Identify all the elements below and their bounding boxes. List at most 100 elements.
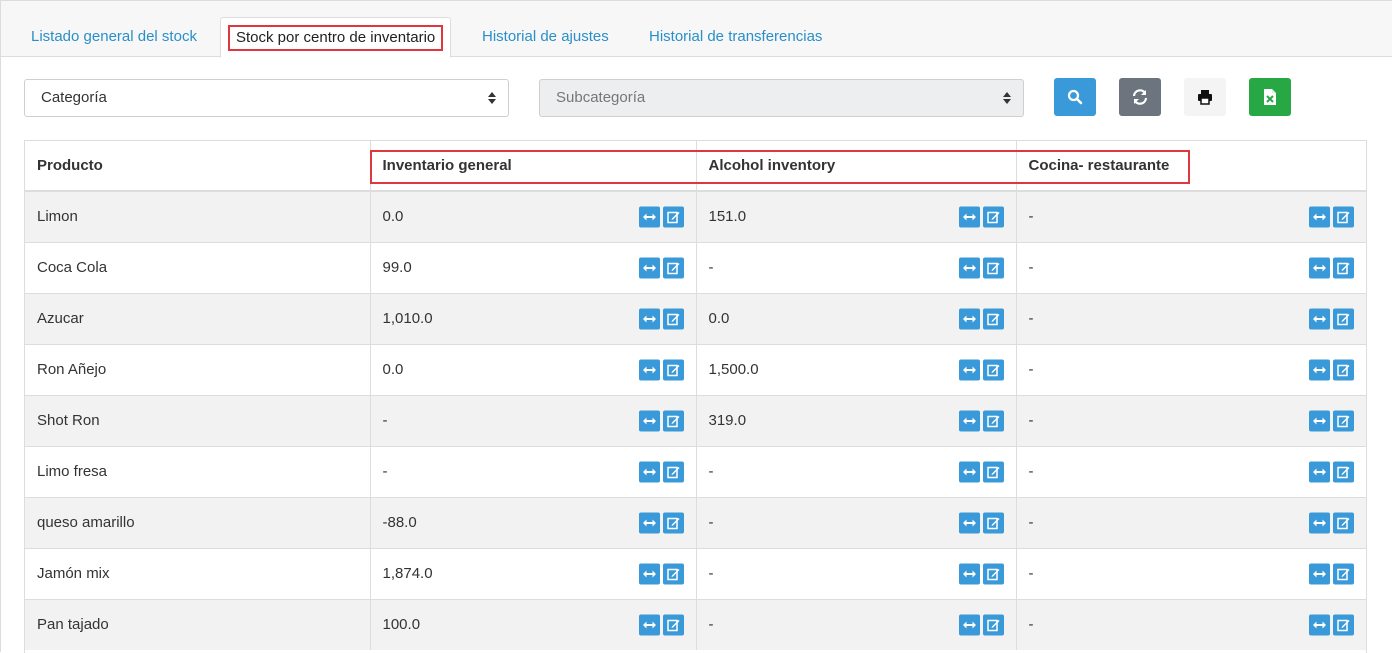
edit-button[interactable] [982,614,1004,636]
transfer-button[interactable] [1309,410,1330,431]
stock-cell: - [1016,445,1366,497]
edit-button[interactable] [1333,308,1354,329]
transfer-icon [1313,213,1326,221]
edit-button[interactable] [662,614,684,636]
product-name: Pan tajado [37,616,109,634]
transfer-icon [962,519,976,526]
table-row: Pan tajado 100.0 - - [25,598,1366,650]
cell-actions [958,359,1004,380]
refresh-button[interactable] [1119,78,1161,116]
transfer-button[interactable] [1309,461,1330,482]
edit-button[interactable] [662,308,684,329]
transfer-button[interactable] [638,257,660,278]
edit-button[interactable] [662,563,684,584]
tab-label: Historial de ajustes [482,28,609,45]
search-button[interactable] [1054,78,1096,116]
transfer-button[interactable] [638,614,660,636]
column-header-producto: Producto [25,141,371,192]
transfer-button[interactable] [638,359,660,380]
stock-value: - [708,565,714,582]
edit-button[interactable] [662,410,684,431]
edit-button[interactable] [1333,410,1354,431]
excel-icon [1264,89,1276,105]
edit-button[interactable] [1333,257,1354,278]
transfer-button[interactable] [958,512,980,533]
transfer-button[interactable] [638,206,660,228]
cell-actions [638,461,684,482]
stock-cell: - [696,496,1017,548]
edit-button[interactable] [1333,461,1354,482]
tab-historial-transferencias[interactable]: Historial de transferencias [637,17,834,57]
transfer-button[interactable] [958,308,980,329]
edit-button[interactable] [662,461,684,482]
edit-button[interactable] [662,206,684,228]
stock-value: 319.0 [708,412,747,429]
subcategory-select: Subcategoría [539,79,1024,117]
edit-icon [1337,568,1350,580]
edit-icon [986,262,999,274]
edit-icon [666,211,679,223]
transfer-button[interactable] [1309,359,1330,380]
stock-cell: 1,010.0 [370,292,697,344]
edit-button[interactable] [982,257,1004,278]
print-button[interactable] [1184,78,1226,116]
transfer-button[interactable] [638,410,660,431]
tab-stock-por-centro[interactable]: Stock por centro de inventario [220,17,452,58]
transfer-icon [962,213,976,221]
edit-button[interactable] [982,563,1004,584]
stock-cell: - [1016,496,1366,548]
category-select[interactable]: Categoría [24,79,509,117]
tab-label: Historial de transferencias [649,28,823,45]
cell-actions [958,614,1004,636]
stock-value: - [708,463,714,480]
transfer-button[interactable] [1309,512,1330,533]
edit-button[interactable] [982,308,1004,329]
stock-value: - [1028,310,1034,327]
transfer-button[interactable] [1309,308,1330,329]
stock-value: 100.0 [382,616,421,634]
edit-button[interactable] [982,359,1004,380]
transfer-button[interactable] [638,512,660,533]
edit-button[interactable] [982,410,1004,431]
edit-button[interactable] [1333,206,1354,228]
cell-actions [958,206,1004,228]
transfer-button[interactable] [1309,206,1330,228]
edit-button[interactable] [982,461,1004,482]
product-cell: Azucar [25,292,371,344]
stock-value: 0.0 [382,361,404,378]
excel-export-button[interactable] [1249,78,1291,116]
transfer-button[interactable] [638,563,660,584]
edit-button[interactable] [662,359,684,380]
transfer-button[interactable] [958,461,980,482]
transfer-icon [962,315,976,322]
transfer-button[interactable] [958,614,980,636]
edit-button[interactable] [1333,614,1354,636]
edit-button[interactable] [1333,512,1354,533]
transfer-button[interactable] [958,563,980,584]
edit-button[interactable] [1333,563,1354,584]
transfer-button[interactable] [958,257,980,278]
transfer-button[interactable] [958,206,980,228]
print-icon [1198,90,1212,105]
transfer-button[interactable] [1309,257,1330,278]
cell-actions [1309,614,1354,636]
product-name: Ron Añejo [37,361,107,378]
product-cell: Limon [25,190,371,242]
edit-button[interactable] [662,512,684,533]
stock-value: 1,010.0 [382,310,433,327]
tab-listado-general[interactable]: Listado general del stock [19,17,209,57]
transfer-icon [1313,366,1326,373]
tab-historial-ajustes[interactable]: Historial de ajustes [470,17,621,57]
edit-button[interactable] [662,257,684,278]
cell-actions [1309,512,1354,533]
transfer-button[interactable] [638,461,660,482]
transfer-button[interactable] [1309,563,1330,584]
transfer-button[interactable] [958,410,980,431]
edit-button[interactable] [1333,359,1354,380]
edit-button[interactable] [982,206,1004,228]
transfer-button[interactable] [958,359,980,380]
edit-button[interactable] [982,512,1004,533]
transfer-button[interactable] [1309,614,1330,636]
stock-cell: - [1016,343,1366,395]
transfer-button[interactable] [638,308,660,329]
